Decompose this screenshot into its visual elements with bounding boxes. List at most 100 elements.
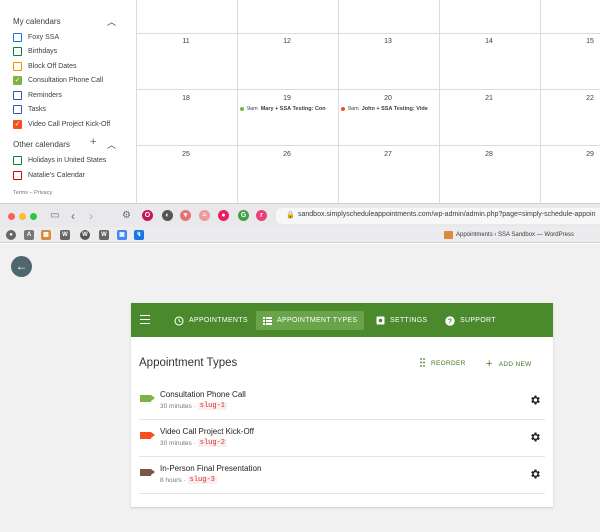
checkbox[interactable] [13,170,22,180]
day-number[interactable]: 29 [540,151,600,158]
calendar-event[interactable]: 9am John + SSA Testing: Vide [341,106,436,112]
calendar-item-tasks[interactable]: Tasks [13,103,46,115]
chevron-up-icon[interactable]: ︿ [107,15,116,28]
calendar-label: Block Off Dates [28,62,77,70]
bookmark-icon[interactable]: A [24,230,34,240]
maximize-window-button[interactable] [30,213,37,220]
calendar-item-consultation[interactable]: ✓ Consultation Phone Call [13,74,103,86]
url-text: sandbox.simplyscheduleappointments.com/w… [298,211,596,218]
bookmark-wordpress-icon[interactable]: W [80,230,90,240]
settings-gear-icon[interactable]: ⚙ [122,209,131,223]
day-number[interactable]: 20 [338,95,438,102]
checkbox[interactable] [13,90,22,100]
appointment-type-name[interactable]: Video Call Project Kick-Off [160,427,254,436]
minimize-window-button[interactable] [19,213,26,220]
calendar-item-birthdays[interactable]: Birthdays [13,45,57,57]
extension-heart-icon[interactable]: ▾ [180,210,191,221]
calendar-event[interactable]: 9am Mary + SSA Testing: Con [240,106,335,112]
calendar-item-reminders[interactable]: Reminders [13,89,62,101]
add-calendar-icon[interactable]: + [90,136,96,148]
calendar-item-video-call[interactable]: ✓ Video Call Project Kick-Off [13,118,110,130]
drag-handle-icon [420,358,425,369]
clock-icon [174,315,184,326]
calendar-item-block-off-dates[interactable]: Block Off Dates [13,60,77,72]
appointment-type-row[interactable]: Consultation Phone Call 30 minutes · slu… [139,383,545,420]
tab-settings[interactable]: SETTINGS [369,311,434,330]
grid-line [136,145,600,146]
checkbox[interactable] [13,61,22,71]
appointment-type-name[interactable]: In-Person Final Presentation [160,464,261,473]
event-title: Mary + SSA Testing: Con [260,106,326,112]
gear-icon[interactable] [529,393,541,405]
tab-appointment-types[interactable]: APPOINTMENT TYPES [256,311,365,330]
day-number[interactable]: 25 [136,151,236,158]
reorder-button[interactable]: REORDER [420,358,466,369]
terms-privacy-link[interactable]: Terms – Privacy [13,190,52,196]
day-number[interactable]: 13 [338,38,438,45]
day-number[interactable]: 14 [439,38,539,45]
checkbox[interactable] [13,155,22,165]
day-number[interactable]: 27 [338,151,438,158]
svg-text:?: ? [448,318,453,325]
ssa-nav-bar: APPOINTMENTS APPOINTMENT TYPES SETTINGS … [131,303,553,337]
day-number[interactable]: 18 [136,95,236,102]
calendar-label: Tasks [28,105,46,113]
calendar-label: Foxy SSA [28,33,60,41]
forward-arrow-icon[interactable]: › [89,209,93,223]
duration: 30 minutes · [160,439,196,447]
google-calendar: My calendars ︿ Foxy SSA Birthdays Block … [0,0,600,203]
checkbox[interactable] [13,46,22,56]
bookmark-icon[interactable]: ● [6,230,16,240]
extension-eye-icon[interactable]: ● [218,210,229,221]
calendar-item-holidays[interactable]: Holidays in United States [13,154,106,166]
bookmark-icon[interactable]: ▦ [41,230,51,240]
day-number[interactable]: 28 [439,151,539,158]
appointment-type-row[interactable]: In-Person Final Presentation 8 hours · s… [139,457,545,494]
checkbox-checked[interactable]: ✓ [13,75,22,85]
calendar-item-foxy-ssa[interactable]: Foxy SSA [13,31,59,43]
extension-g-icon[interactable]: G [238,210,249,221]
bookmark-icon[interactable]: W [60,230,70,240]
checkbox-checked[interactable]: ✓ [13,119,22,129]
tab-appointments[interactable]: APPOINTMENTS [167,311,255,330]
day-number[interactable]: 19 [237,95,337,102]
day-number[interactable]: 12 [237,38,337,45]
day-number[interactable]: 22 [540,95,600,102]
menu-icon[interactable] [140,312,152,328]
page-title: Appointment Types [139,357,238,369]
back-button[interactable]: ← [11,256,32,277]
extension-o-icon[interactable]: O [142,210,153,221]
bookmark-icon[interactable]: ▣ [117,230,127,240]
help-icon: ? [445,315,455,326]
tab-support[interactable]: ? SUPPORT [438,311,503,330]
bookmark-icon[interactable]: ↯ [134,230,144,240]
checkbox[interactable] [13,32,22,42]
extension-r-icon[interactable]: r [256,210,267,221]
day-number[interactable]: 26 [237,151,337,158]
day-number[interactable]: 15 [540,38,600,45]
bookmark-wordpress-icon[interactable]: W [99,230,109,240]
other-calendars-header[interactable]: Other calendars [13,140,70,149]
appointment-type-row[interactable]: Video Call Project Kick-Off 30 minutes ·… [139,420,545,457]
sidebar-toggle-icon[interactable]: ▭ [50,209,59,223]
tab-label: SUPPORT [460,317,496,324]
day-number[interactable]: 11 [136,38,236,45]
chevron-up-icon[interactable]: ︿ [107,138,116,151]
close-window-button[interactable] [8,213,15,220]
tag-icon [140,469,155,476]
my-calendars-header[interactable]: My calendars [13,17,61,26]
checkbox[interactable] [13,104,22,114]
day-number[interactable]: 21 [439,95,539,102]
gear-icon[interactable] [529,467,541,479]
appointment-type-meta: 30 minutes · slug-2 [160,439,227,447]
extension-rss-icon[interactable]: ≈ [199,210,210,221]
extension-shield-icon[interactable]: ◐ [162,210,173,221]
tab-title[interactable]: Appointments ‹ SSA Sandbox — WordPress [444,231,574,239]
calendar-item-natalie[interactable]: Natalie's Calendar [13,169,85,181]
add-new-button[interactable]: + ADD NEW [486,358,532,370]
address-bar[interactable]: 🔒 sandbox.simplyscheduleappointments.com… [276,208,600,224]
back-arrow-icon[interactable]: ‹ [71,209,75,223]
gear-icon[interactable] [529,430,541,442]
calendar-label: Holidays in United States [28,156,107,164]
appointment-type-name[interactable]: Consultation Phone Call [160,390,246,399]
